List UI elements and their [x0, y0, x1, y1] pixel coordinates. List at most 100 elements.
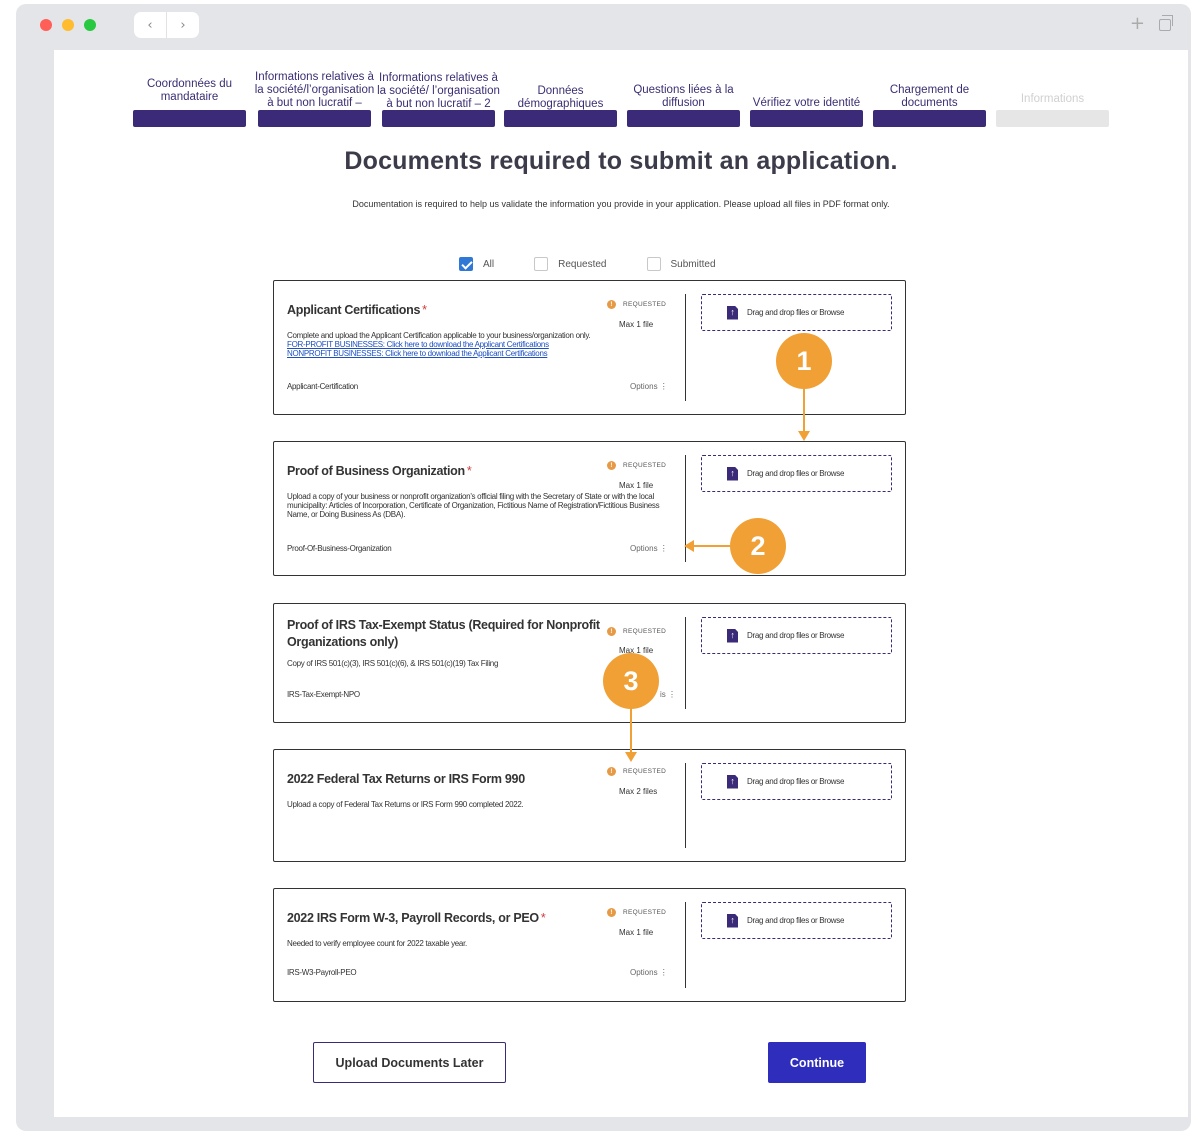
file-upload-icon: [727, 628, 738, 643]
document-card-irs-w3-payroll: 2022 IRS Form W-3, Payroll Records, or P…: [273, 888, 906, 1002]
step-label: Informations relatives à la société/ l’o…: [377, 72, 500, 110]
requested-badge: ! REQUESTED: [607, 627, 666, 636]
document-card-irs-tax-exempt: Proof of IRS Tax-Exempt Status (Required…: [273, 603, 906, 723]
step-bar: [258, 110, 371, 127]
document-card-proof-of-business: Proof of Business Organization * ! REQUEST…: [273, 441, 906, 576]
new-tab-plus-icon[interactable]: +: [1130, 13, 1145, 34]
max-files: Max 2 files: [619, 787, 658, 796]
document-card-federal-tax-returns: 2022 Federal Tax Returns or IRS Form 990…: [273, 749, 906, 862]
step-informations-2[interactable]: Informations relatives à la société/ l’o…: [377, 50, 500, 128]
checkbox-submitted[interactable]: [646, 257, 661, 271]
minimize-window-icon[interactable]: [62, 19, 74, 31]
step-informations-final[interactable]: Informations: [996, 50, 1109, 128]
step-label: Coordonnées du mandataire: [146, 78, 233, 103]
filter-label: All: [483, 258, 495, 270]
document-identifier: IRS-Tax-Exempt-NPO: [287, 690, 360, 699]
document-identifier: Applicant-Certification: [287, 382, 358, 391]
card-divider: [685, 455, 686, 562]
card-divider: [685, 294, 686, 401]
arrow-1-head: [798, 431, 810, 441]
dropzone-label: Drag and drop files or Browse: [747, 469, 845, 478]
dropzone-label: Drag and drop files or Browse: [747, 777, 845, 786]
annotation-marker-2: 2: [730, 518, 786, 574]
file-dropzone[interactable]: Drag and drop files or Browse: [701, 902, 892, 939]
document-description: Upload a copy of Federal Tax Returns or …: [287, 800, 524, 809]
file-dropzone[interactable]: Drag and drop files or Browse: [701, 617, 892, 654]
dropzone-label: Drag and drop files or Browse: [747, 308, 845, 317]
card-divider: [685, 763, 686, 848]
step-label: Questions liées à la diffusion: [633, 84, 734, 109]
for-profit-certification-link[interactable]: FOR-PROFIT BUSINESSES: Click here to dow…: [287, 340, 677, 349]
continue-button[interactable]: Continue: [768, 1042, 866, 1083]
nonprofit-certification-link[interactable]: NONPROFIT BUSINESSES: Click here to down…: [287, 349, 677, 358]
step-informations-1[interactable]: Informations relatives à la société/l’or…: [255, 50, 374, 128]
step-verifiez-identite[interactable]: Vérifiez votre identité: [750, 50, 863, 128]
alert-icon: !: [607, 461, 616, 470]
annotation-marker-3: 3: [603, 653, 659, 709]
checkbox-requested[interactable]: [534, 257, 549, 271]
step-label: Données démographiques: [517, 85, 604, 110]
filter-requested[interactable]: Requested: [534, 257, 607, 271]
browser-window: ‹ › + Coordonnées du mandataire Informat…: [16, 4, 1191, 1131]
filter-submitted[interactable]: Submitted: [646, 257, 716, 271]
window-toolbar: ‹ › +: [16, 4, 1191, 46]
step-donnees-demographiques[interactable]: Données démographiques: [504, 50, 617, 128]
document-description: Upload a copy of your business or nonpro…: [287, 492, 660, 519]
annotation-marker-1: 1: [776, 333, 832, 389]
file-upload-icon: [727, 305, 738, 320]
alert-icon: !: [607, 627, 616, 636]
step-label: Vérifiez votre identité: [752, 97, 861, 109]
step-bar: [750, 110, 863, 127]
options-menu[interactable]: is ⋮: [660, 690, 676, 699]
max-files: Max 1 file: [619, 320, 654, 329]
requested-badge: ! REQUESTED: [607, 300, 666, 309]
step-chargement-documents[interactable]: Chargement de documents: [873, 50, 986, 128]
step-bar: [504, 110, 617, 127]
filter-label: Submitted: [670, 258, 716, 270]
max-files: Max 1 file: [619, 481, 654, 490]
document-title: Proof of Business Organization *: [287, 464, 472, 478]
options-menu[interactable]: Options ⋮: [630, 968, 668, 977]
document-description: Complete and upload the Applicant Certif…: [287, 331, 677, 358]
file-dropzone[interactable]: Drag and drop files or Browse: [701, 294, 892, 331]
document-title: 2022 Federal Tax Returns or IRS Form 990: [287, 772, 525, 786]
step-label: Informations relatives à la société/l’or…: [254, 71, 375, 109]
file-upload-icon: [727, 774, 738, 789]
document-title: Applicant Certifications *: [287, 303, 427, 317]
filter-all[interactable]: All: [459, 257, 494, 271]
file-dropzone[interactable]: Drag and drop files or Browse: [701, 455, 892, 492]
dropzone-label: Drag and drop files or Browse: [747, 916, 845, 925]
document-filters: All Requested Submitted: [459, 257, 756, 271]
requested-badge: ! REQUESTED: [607, 908, 666, 917]
step-bar: [133, 110, 246, 127]
alert-icon: !: [607, 300, 616, 309]
step-bar: [382, 110, 495, 127]
back-chevron-icon[interactable]: ‹: [134, 12, 167, 38]
history-navigation: ‹ ›: [134, 12, 199, 38]
step-questions-diffusion[interactable]: Questions liées à la diffusion: [627, 50, 740, 128]
requested-badge: ! REQUESTED: [607, 461, 666, 470]
required-marker: *: [466, 464, 472, 478]
required-marker: *: [540, 911, 546, 925]
dropzone-label: Drag and drop files or Browse: [747, 631, 845, 640]
step-label: Informations: [1020, 93, 1085, 105]
step-bar: [996, 110, 1109, 127]
checkbox-all[interactable]: [459, 257, 473, 271]
alert-icon: !: [607, 767, 616, 776]
page-title: Documents required to submit an applicat…: [344, 147, 898, 175]
document-title: Proof of IRS Tax-Exempt Status (Required…: [287, 618, 600, 649]
step-label: Chargement de documents: [889, 84, 970, 109]
tab-overview-icon[interactable]: [1159, 15, 1173, 31]
upload-later-button[interactable]: Upload Documents Later: [313, 1042, 506, 1083]
forward-chevron-icon[interactable]: ›: [167, 12, 199, 38]
close-window-icon[interactable]: [40, 19, 52, 31]
step-coordonnees[interactable]: Coordonnées du mandataire: [133, 50, 246, 128]
options-menu[interactable]: Options ⋮: [630, 544, 668, 553]
maximize-window-icon[interactable]: [84, 19, 96, 31]
required-marker: *: [422, 303, 427, 317]
options-menu[interactable]: Options ⋮: [630, 382, 668, 391]
alert-icon: !: [607, 908, 616, 917]
page-subtitle: Documentation is required to help us val…: [352, 199, 890, 209]
document-description: Needed to verify employee count for 2022…: [287, 939, 467, 948]
file-dropzone[interactable]: Drag and drop files or Browse: [701, 763, 892, 800]
